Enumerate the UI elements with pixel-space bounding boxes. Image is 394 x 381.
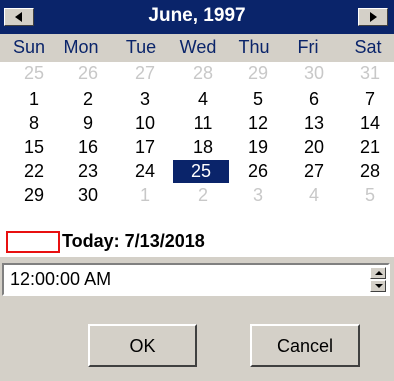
ok-button[interactable]: OK — [88, 324, 197, 367]
day-cell[interactable]: 10 — [117, 112, 173, 135]
day-cell[interactable]: 19 — [230, 136, 286, 159]
day-cell[interactable]: 29 — [230, 62, 286, 85]
day-cell[interactable]: 3 — [117, 88, 173, 111]
calendar-header: June, 1997 — [0, 0, 394, 34]
day-cell[interactable]: 4 — [175, 88, 231, 111]
time-area: 12:00:00 AM — [0, 257, 394, 304]
day-cell[interactable]: 27 — [286, 160, 342, 183]
day-cell[interactable]: 24 — [117, 160, 173, 183]
day-cell[interactable]: 28 — [342, 160, 394, 183]
day-cell[interactable]: 31 — [342, 62, 394, 85]
day-cell[interactable]: 4 — [286, 184, 342, 207]
day-cell[interactable]: 25 — [6, 62, 62, 85]
spin-down-button[interactable] — [370, 280, 386, 292]
time-input[interactable]: 12:00:00 AM — [2, 263, 390, 296]
cancel-button[interactable]: Cancel — [250, 324, 360, 367]
day-cell[interactable]: 26 — [230, 160, 286, 183]
day-cell[interactable]: 23 — [60, 160, 116, 183]
day-cell[interactable]: 21 — [342, 136, 394, 159]
weekday-label: Wed — [179, 37, 217, 57]
weekday-label: Thu — [238, 37, 270, 57]
day-cell[interactable]: 2 — [60, 88, 116, 111]
day-cell[interactable]: 11 — [175, 112, 231, 135]
day-cell[interactable]: 15 — [6, 136, 62, 159]
weekday-label: Tue — [125, 37, 157, 57]
day-cell[interactable]: 26 — [60, 62, 116, 85]
day-cell-selected[interactable]: 25 — [173, 160, 229, 183]
dialog-footer: OK Cancel — [0, 304, 394, 381]
day-cell[interactable]: 16 — [60, 136, 116, 159]
down-arrow-icon — [375, 284, 383, 288]
day-cell[interactable]: 22 — [6, 160, 62, 183]
day-cell[interactable]: 1 — [6, 88, 62, 111]
day-cell[interactable]: 5 — [342, 184, 394, 207]
weekday-label: Mon — [63, 37, 99, 57]
weekday-header-row: Sun Mon Tue Wed Thu Fri Sat — [0, 34, 394, 62]
day-cell[interactable]: 17 — [117, 136, 173, 159]
weekday-label: Sat — [354, 37, 382, 57]
day-cell[interactable]: 1 — [117, 184, 173, 207]
up-arrow-icon — [375, 271, 383, 275]
right-arrow-icon — [370, 12, 377, 22]
day-cell[interactable]: 28 — [175, 62, 231, 85]
day-cell[interactable]: 8 — [6, 112, 62, 135]
today-indicator-box — [6, 231, 60, 253]
day-cell[interactable]: 6 — [286, 88, 342, 111]
day-cell[interactable]: 3 — [230, 184, 286, 207]
day-cell[interactable]: 7 — [342, 88, 394, 111]
day-cell[interactable]: 18 — [175, 136, 231, 159]
day-cell[interactable]: 30 — [60, 184, 116, 207]
day-cell[interactable]: 30 — [286, 62, 342, 85]
today-link[interactable]: Today: 7/13/2018 — [62, 231, 205, 252]
weekday-label: Sun — [12, 37, 46, 57]
spin-up-button[interactable] — [370, 267, 386, 279]
day-cell[interactable]: 9 — [60, 112, 116, 135]
day-cell[interactable]: 29 — [6, 184, 62, 207]
month-title[interactable]: June, 1997 — [0, 5, 394, 27]
weekday-label: Fri — [297, 37, 319, 57]
day-cell[interactable]: 27 — [117, 62, 173, 85]
time-spinner[interactable] — [370, 267, 386, 292]
day-cell[interactable]: 2 — [175, 184, 231, 207]
day-cell[interactable]: 5 — [230, 88, 286, 111]
time-value: 12:00:00 AM — [10, 269, 112, 289]
day-cell[interactable]: 12 — [230, 112, 286, 135]
day-cell[interactable]: 20 — [286, 136, 342, 159]
day-cell[interactable]: 14 — [342, 112, 394, 135]
day-cell[interactable]: 13 — [286, 112, 342, 135]
next-month-button[interactable] — [358, 8, 388, 26]
